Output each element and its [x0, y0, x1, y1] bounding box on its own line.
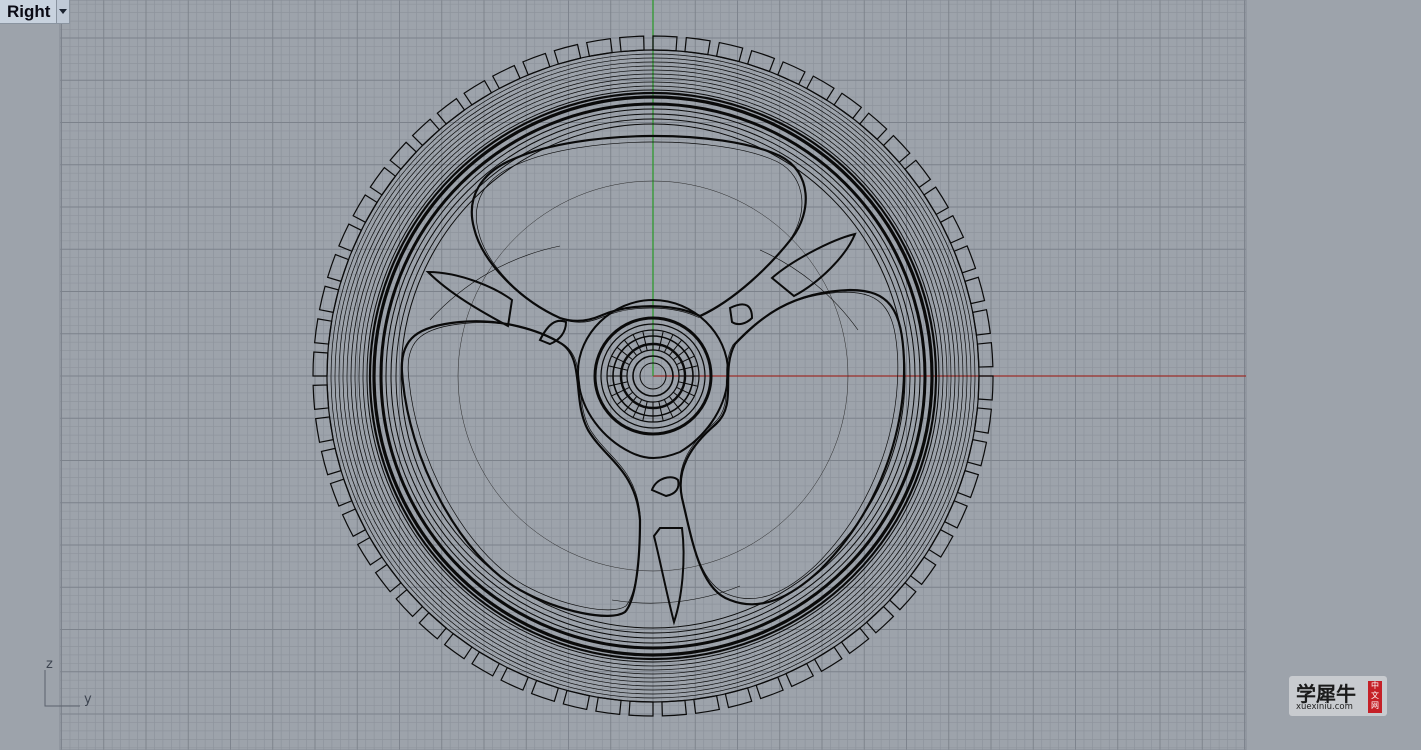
vent-1 [425, 270, 514, 328]
watermark-logo: 学犀牛 xuexiniu.com 中文网 [1289, 676, 1387, 716]
viewport-title[interactable]: Right [0, 0, 56, 23]
vent-5 [728, 303, 754, 326]
vent-3 [652, 527, 685, 626]
spoke-window-1 [470, 134, 807, 322]
axis-z-label: z [46, 657, 53, 672]
watermark-badge: 中文网 [1368, 681, 1382, 713]
vent-4 [538, 319, 568, 346]
viewport-title-tab[interactable]: Right [0, 0, 71, 24]
watermark-url: xuexiniu.com [1296, 702, 1353, 712]
viewport-canvas[interactable] [0, 0, 1421, 750]
viewport-menu-dropdown-icon[interactable] [56, 0, 70, 23]
axis-y-label: y [84, 692, 92, 707]
right-viewport[interactable]: Right z y 学犀牛 xuexiniu.com 中文网 [0, 0, 1421, 750]
spoke-window-2 [400, 320, 642, 617]
spoke-window-inner-3 [679, 291, 899, 599]
vent-6 [650, 476, 680, 498]
